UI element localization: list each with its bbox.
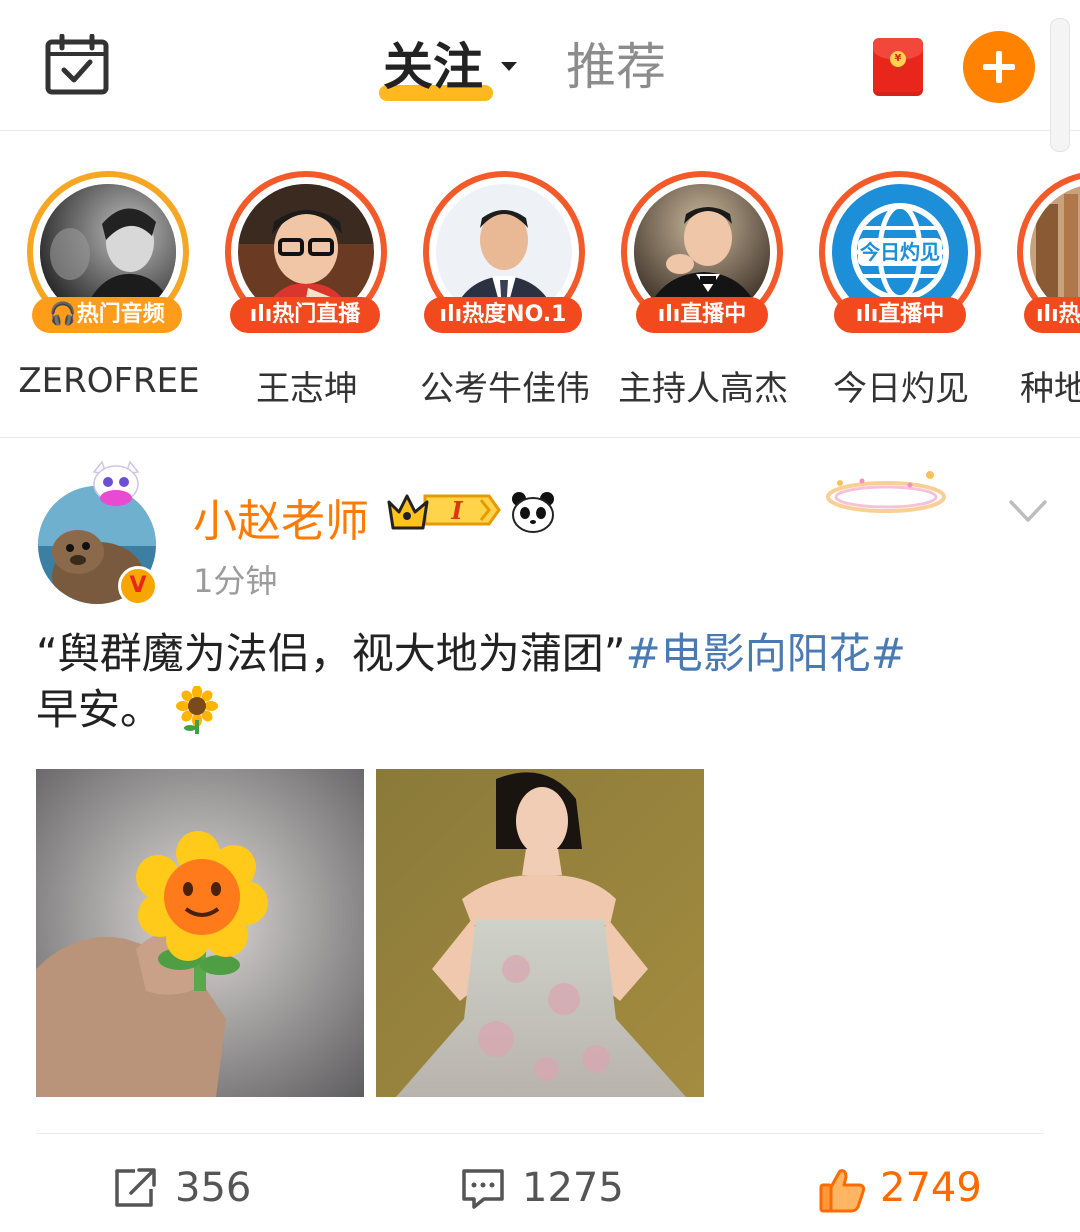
news-logo-text: 今日灼见 [860,240,940,264]
story-item[interactable]: 今日灼见 ılı直播中 今日灼见 [792,171,992,411]
tab-following-label: 关注 [383,38,483,96]
tab-following[interactable]: 关注 [379,32,517,102]
post-username[interactable]: 小赵老师 [193,485,369,549]
chevron-down-icon[interactable] [501,62,517,71]
hashtag-link[interactable]: #电影向阳花# [626,629,906,678]
user-avatar-container[interactable]: V [38,460,168,608]
post-timestamp: 1分钟 [193,562,278,600]
live-stories-row: 🎧热门音频 ZEROFREE ılı热门直播 王志坤 ılı热度NO.1 公考牛… [0,131,1080,438]
story-item[interactable]: ılı热门直播 王志坤 [198,171,398,411]
story-item[interactable]: ılı热度NO.1 公考牛佳伟 [396,171,596,411]
thumbs-up-icon [819,1169,866,1213]
post-image-2[interactable] [376,769,704,1097]
tab-recommended-label: 推荐 [566,38,666,96]
level-badge-text: I [450,496,463,525]
story-item[interactable]: ılı热 种地 [990,171,1080,411]
tab-recommended[interactable]: 推荐 [566,32,666,102]
panda-icon [512,492,554,533]
story-tag: ılı热门直播 [230,297,380,333]
top-navigation-bar: 关注 推荐 ¥ [0,0,1080,131]
verified-v-badge: V [118,566,158,606]
story-name: 主持人高杰 [618,369,788,409]
red-packet-icon[interactable]: ¥ [873,38,923,96]
post-divider [36,1133,1044,1134]
post-image-1[interactable] [36,769,364,1097]
like-count: 2749 [880,1165,982,1211]
story-name: 王志坤 [256,369,358,409]
story-item[interactable]: 🎧热门音频 ZEROFREE [0,171,200,411]
story-name: 种地 [1020,369,1080,409]
post-text-tail: 早安。 [36,685,163,734]
post-body: “舆群魔为法侣，视大地为蒲团”#电影向阳花# 早安。 [36,626,1046,738]
story-tag: 🎧热门音频 [32,297,182,333]
story-tag: ılı直播中 [636,297,768,333]
story-tag: ılı直播中 [834,297,966,333]
post-text-quote: “舆群魔为法侣，视大地为蒲团” [36,629,626,678]
feed-post: V 小赵老师 I 1分钟 “舆群魔为法侣，视大地为蒲团”#电影向阳花# 早安。 [0,438,1080,1232]
calendar-check-icon[interactable] [44,34,110,96]
crown-level-badge-icon[interactable]: I [385,488,501,532]
red-packet-coin: ¥ [890,51,906,67]
comment-icon [462,1169,504,1209]
story-tag: ılı热度NO.1 [424,297,582,333]
sparkle-decoration-icon [826,471,946,513]
comment-count: 1275 [522,1165,624,1211]
repost-icon [115,1168,156,1207]
story-item[interactable]: ılı直播中 主持人高杰 [594,171,794,411]
story-tag: ılı热 [1024,297,1080,333]
story-name: 今日灼见 [833,369,969,409]
compose-plus-button[interactable] [963,31,1035,103]
story-name: 公考牛佳伟 [420,369,590,409]
chevron-down-icon[interactable] [1008,498,1048,524]
avatar-pendant-icon [92,460,140,506]
sunflower-emoji-icon [176,686,219,734]
story-name: ZEROFREE [18,361,200,401]
repost-count: 356 [175,1165,252,1211]
